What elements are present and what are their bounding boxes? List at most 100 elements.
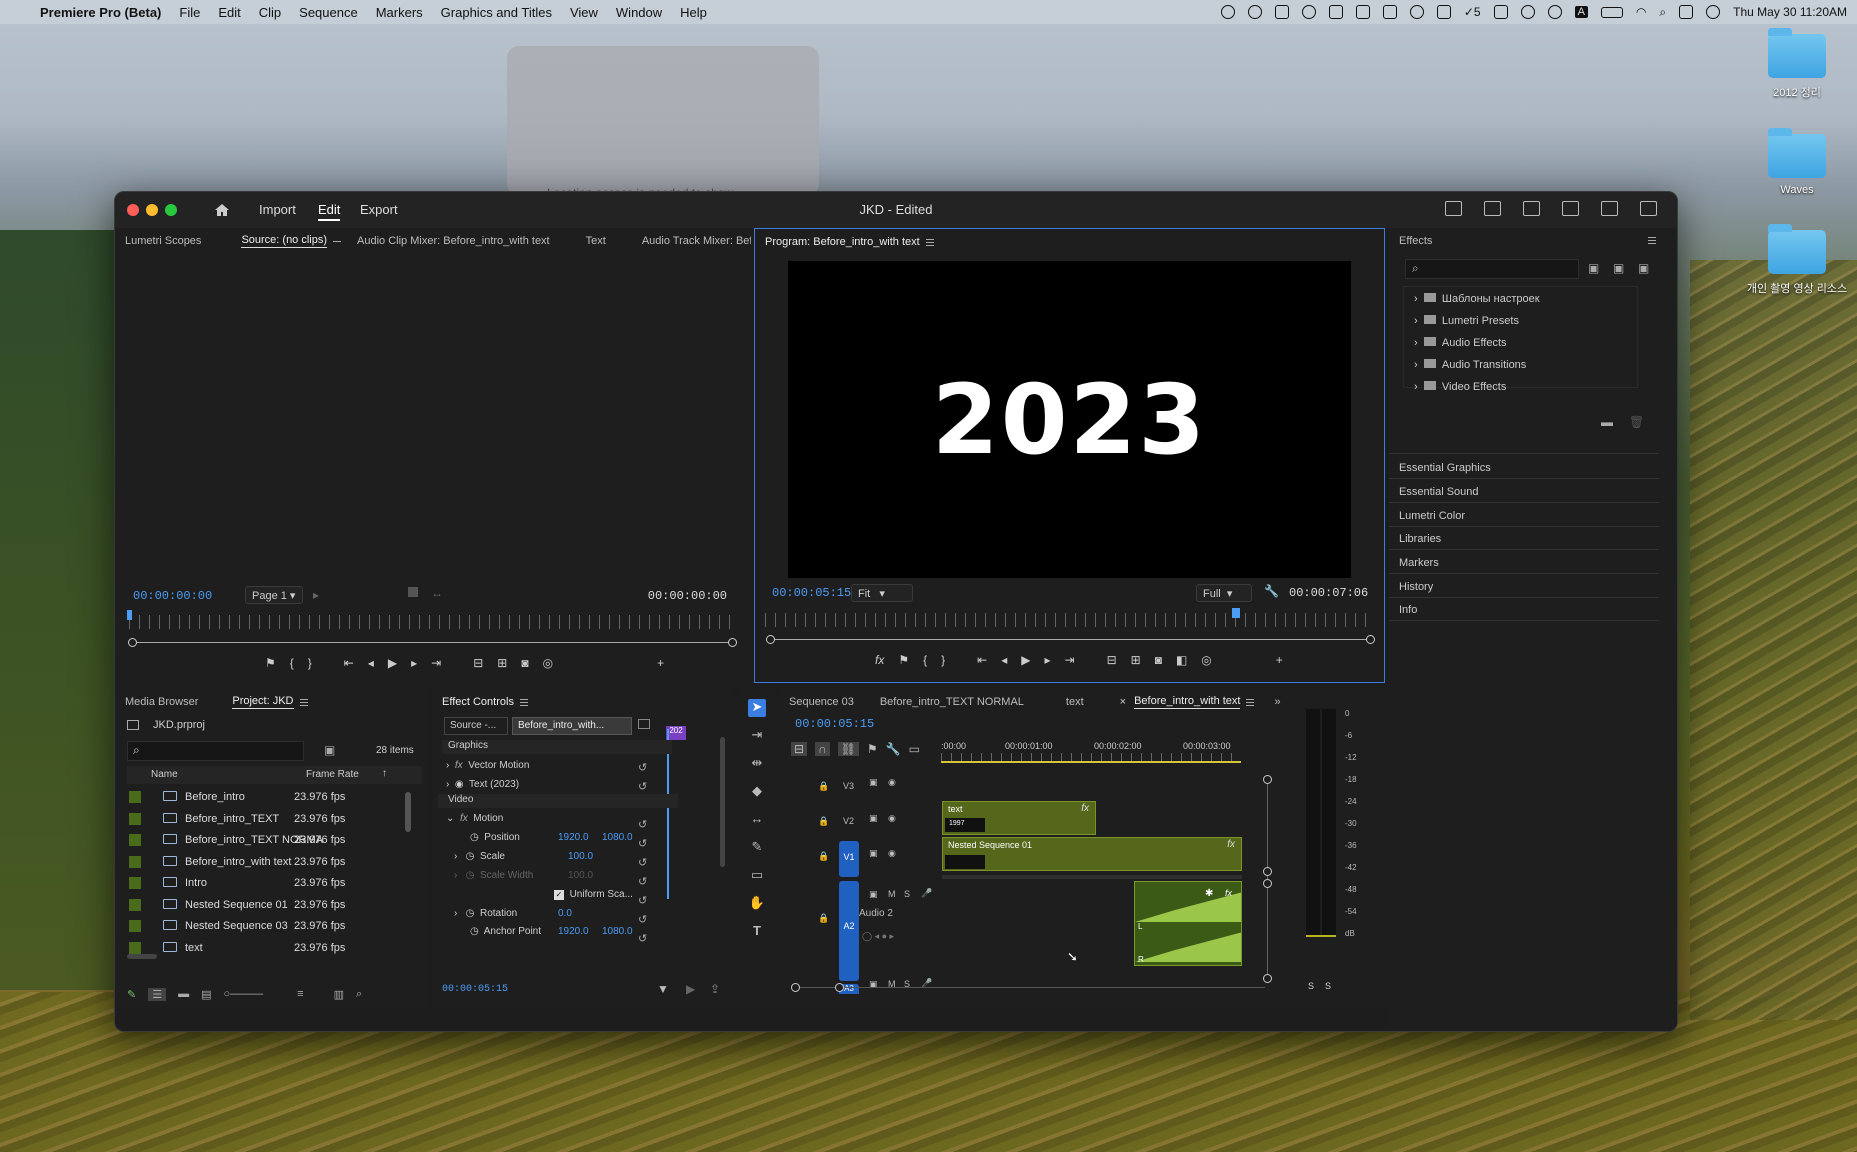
extract-icon[interactable]: ⊞ [1131,653,1141,667]
desktop-folder[interactable]: 개인 촬영 영상 리소스 [1747,224,1847,296]
keyframe-nav[interactable]: ◯ ◂ ● ▸ [862,931,894,942]
keyboard-input-badge[interactable]: A [1574,6,1588,18]
panel-menu-icon[interactable] [1246,698,1255,706]
close-tab-icon[interactable]: × [1120,696,1126,708]
text-layer-row[interactable]: › ◉ Text (2023) [446,779,519,790]
snap-icon[interactable]: ∩ [815,742,830,756]
sync-lock-icon[interactable]: ▣ [869,813,878,824]
voiceover-mic-icon[interactable]: 🎤 [921,888,932,899]
program-zoom-bar[interactable] [771,639,1371,640]
source-clip-tab[interactable]: Source -... [444,717,508,735]
clock[interactable]: Thu May 30 11:20AM [1733,5,1847,19]
reset-icon[interactable]: ↺ [638,854,652,873]
tab-text[interactable]: Text [586,235,606,247]
project-scrollbar[interactable] [405,792,411,832]
reset-icon[interactable]: ↺ [638,778,652,797]
step-back-icon[interactable]: ◂ [368,656,374,670]
menu-graphics-titles[interactable]: Graphics and Titles [441,5,552,20]
mark-out-icon[interactable]: } [941,653,945,667]
add-button-icon[interactable]: + [657,656,664,670]
play-circle-icon[interactable] [1409,5,1424,19]
razor-icon[interactable]: ◆ [748,783,766,801]
waveform-icon[interactable] [1328,5,1343,19]
section-markers[interactable]: Markers [1399,557,1439,569]
share-icon[interactable] [1484,201,1501,216]
quick-export-icon[interactable] [1523,201,1540,216]
solo-left-button[interactable]: S [1308,981,1314,991]
track-select-icon[interactable]: ⇥ [748,727,766,745]
zoom-handle-left[interactable] [128,638,137,647]
clip-nested-sequence[interactable]: Nested Sequence 01 fx [942,837,1242,871]
solo-right-button[interactable]: S [1325,981,1331,991]
clip-audio[interactable]: L R ✱ fx [1134,881,1242,966]
zoom-handle-right[interactable] [1366,635,1375,644]
step-forward-icon[interactable]: ▸ [1044,653,1050,667]
reset-icon[interactable]: ↺ [638,835,652,854]
slip-icon[interactable]: ↔ [748,811,766,829]
project-row[interactable]: Before_intro_with text 23.976 fps [127,852,397,873]
hscroll-handle-right[interactable] [835,983,844,992]
video-audio-divider[interactable] [942,875,1242,879]
new-bin-search-icon[interactable]: ▣ [324,743,335,757]
timeline-settings-icon[interactable]: 🔧 [886,742,901,756]
project-search-input[interactable]: ⌕ [127,741,304,761]
anchor-x-value[interactable]: 1920.0 [558,926,589,937]
bookmark-icon[interactable] [1493,5,1508,19]
mute-button[interactable]: M [888,889,896,899]
sort-icon[interactable]: ≡ [297,988,303,1000]
pencil-icon[interactable]: ✎ [127,988,136,1001]
pen-icon[interactable]: ✎ [748,839,766,857]
accelerated-effects-icon[interactable]: ▣ [1588,261,1599,275]
add-marker-icon[interactable]: ⚑ [867,742,878,756]
icon-view-icon[interactable]: ▬ [178,988,189,1000]
menu-view[interactable]: View [570,5,598,20]
position-y-value[interactable]: 1080.0 [602,832,633,843]
insert-icon[interactable]: ⊟ [473,656,483,670]
tab-text[interactable]: text [1066,696,1084,708]
column-name[interactable]: Name [151,769,178,780]
track-label-v1[interactable]: V1 [839,841,859,877]
checks-status[interactable]: ✓5 [1464,5,1481,19]
active-clip-tab[interactable]: Before_intro_with... [512,717,632,735]
label-color-swatch[interactable] [129,791,141,803]
menu-sequence[interactable]: Sequence [299,5,358,20]
zoom-handle-left[interactable] [766,635,775,644]
sync-lock-icon[interactable]: ▣ [869,777,878,788]
comparison-view-icon[interactable]: ◧ [1176,653,1187,667]
track-label-a2[interactable]: A2 [839,881,859,981]
overwrite-icon[interactable]: ⊞ [497,656,507,670]
tree-item-video-effects[interactable]: › Video Effects [1414,381,1506,393]
clipboard-icon[interactable] [1436,5,1451,19]
section-lumetri-color[interactable]: Lumetri Color [1399,510,1465,522]
panel-menu-icon[interactable] [1648,237,1656,244]
add-marker-icon[interactable]: ⚑ [265,656,276,670]
ripple-edit-icon[interactable]: ⇹ [748,755,766,773]
project-hscrollbar[interactable] [127,954,157,959]
program-timecode[interactable]: 00:00:05:15 [772,586,851,600]
eye-icon[interactable]: ◉ [888,777,896,788]
scale-value[interactable]: 100.0 [568,851,593,862]
lock-icon[interactable]: 🔒 [818,781,829,792]
anchor-y-value[interactable]: 1080.0 [602,926,633,937]
project-row[interactable]: Before_intro 23.976 fps [127,787,397,808]
tab-project[interactable]: Project: JKD [232,695,294,709]
scroll-handle[interactable] [1263,867,1272,876]
tab-before-intro-with-text[interactable]: Before_intro_with text [1134,695,1241,709]
motion-row[interactable]: ⌄ fx Motion [446,813,503,824]
play-icon[interactable]: ▶ [388,656,397,670]
section-info[interactable]: Info [1399,604,1417,616]
workspace-icon[interactable] [1445,201,1462,216]
sync-lock-icon[interactable]: ▣ [869,889,878,900]
proxy-icon[interactable]: ◎ [1201,653,1211,667]
page-next-icon[interactable]: ▸ [313,588,319,602]
type-tool-icon[interactable]: T [748,923,766,941]
tab-lumetri-scopes[interactable]: Lumetri Scopes [125,235,201,247]
lock-icon[interactable]: 🔒 [818,816,829,827]
battery-icon[interactable] [1600,6,1623,18]
wifi-icon[interactable]: ◠ [1636,5,1646,19]
source-zoom-bar[interactable] [133,642,733,643]
proxy-icon[interactable]: ◎ [543,656,553,670]
find-icon[interactable]: ⌕ [356,988,362,1001]
section-essential-graphics[interactable]: Essential Graphics [1399,462,1491,474]
spotlight-icon[interactable]: ⌕ [1659,5,1666,20]
